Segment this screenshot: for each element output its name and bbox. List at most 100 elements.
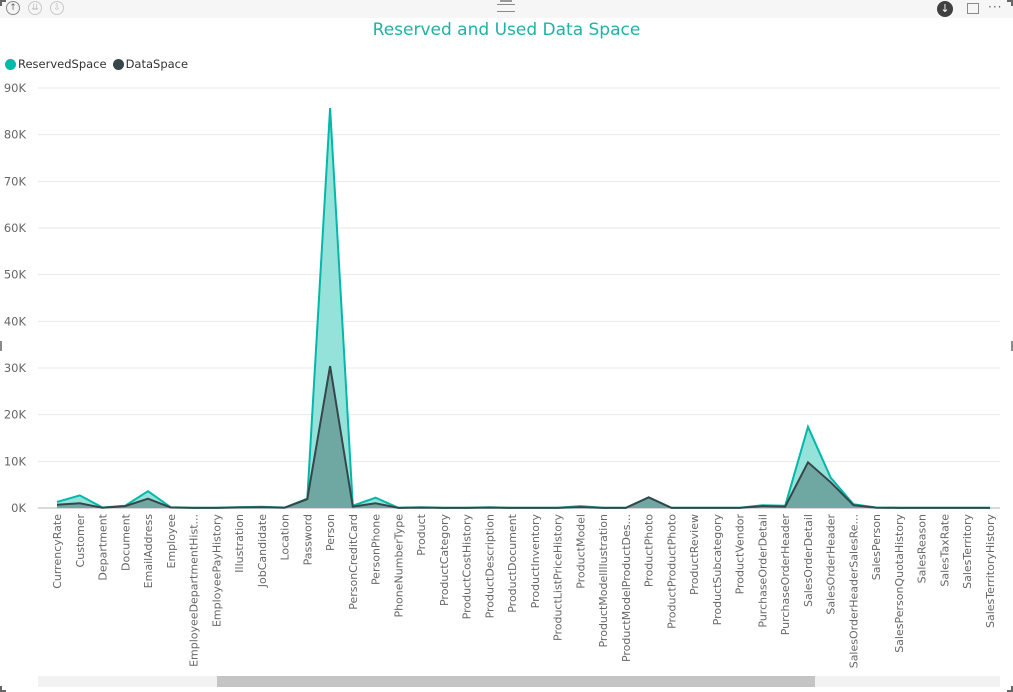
x-tick-label: PersonPhone xyxy=(370,514,383,585)
data-point-data[interactable] xyxy=(532,505,538,511)
y-tick-label: 40K xyxy=(4,314,27,328)
x-tick-label: Password xyxy=(301,514,314,565)
data-point-data[interactable] xyxy=(191,505,197,511)
data-point-data[interactable] xyxy=(623,505,629,511)
data-point-data[interactable] xyxy=(509,505,515,511)
x-tick-label: ProductInventory xyxy=(529,514,542,609)
x-tick-label: PurchaseOrderHeader xyxy=(779,514,792,636)
x-tick-label: Product xyxy=(415,513,428,555)
data-point-data[interactable] xyxy=(100,505,106,511)
data-point-data[interactable] xyxy=(964,505,970,511)
data-point-data[interactable] xyxy=(691,505,697,511)
area-reserved[interactable] xyxy=(57,108,990,508)
data-point-data[interactable] xyxy=(805,459,811,465)
data-point-reserved[interactable] xyxy=(373,495,379,501)
data-point-data[interactable] xyxy=(782,504,788,510)
horizontal-scrollbar-thumb[interactable] xyxy=(217,676,815,687)
x-tick-label: EmployeeDepartmentHist... xyxy=(188,514,201,667)
x-tick-label: Department xyxy=(97,513,110,580)
data-point-data[interactable] xyxy=(259,504,265,510)
data-point-data[interactable] xyxy=(282,505,288,511)
x-tick-label: ProductModelProductDes... xyxy=(620,514,633,662)
data-point-reserved[interactable] xyxy=(145,488,151,494)
data-point-data[interactable] xyxy=(236,505,242,511)
data-point-data[interactable] xyxy=(464,505,470,511)
data-point-data[interactable] xyxy=(213,505,219,511)
x-tick-label: SalesOrderHeader xyxy=(825,514,838,615)
x-tick-label: ProductCostHistory xyxy=(461,514,474,620)
data-point-data[interactable] xyxy=(168,505,174,511)
y-tick-label: 10K xyxy=(4,454,27,468)
x-tick-label: CurrencyRate xyxy=(51,514,64,589)
x-tick-label: ProductDescription xyxy=(483,514,496,618)
y-tick-label: 90K xyxy=(4,81,27,95)
data-point-reserved[interactable] xyxy=(805,424,811,430)
data-point-data[interactable] xyxy=(122,503,128,509)
line-data[interactable] xyxy=(56,365,990,509)
x-tick-label: EmailAddress xyxy=(142,514,155,589)
line-reserved[interactable] xyxy=(56,108,990,509)
data-point-data[interactable] xyxy=(759,503,765,509)
data-point-data[interactable] xyxy=(54,502,60,508)
data-point-data[interactable] xyxy=(828,479,834,485)
x-tick-label: SalesTerritoryHistory xyxy=(984,514,997,629)
data-point-data[interactable] xyxy=(896,505,902,511)
x-tick-label: Employee xyxy=(165,514,178,569)
area-data[interactable] xyxy=(57,366,990,508)
data-point-data[interactable] xyxy=(987,505,993,511)
data-point-reserved[interactable] xyxy=(327,105,333,111)
data-point-data[interactable] xyxy=(373,500,379,506)
x-tick-label: ProductVendor xyxy=(734,514,747,595)
x-tick-label: PhoneNumberType xyxy=(392,514,405,618)
x-tick-label: JobCandidate xyxy=(256,514,269,588)
x-tick-label: ProductModel xyxy=(574,514,587,589)
y-tick-label: 0K xyxy=(11,501,26,515)
x-tick-label: SalesTerritory xyxy=(961,514,974,589)
area-chart: 0K 10K 20K 30K 40K 50K 60K 70K 80K 90K CurrencyRa… xyxy=(4,81,1000,668)
data-point-data[interactable] xyxy=(418,505,424,511)
data-point-data[interactable] xyxy=(646,494,652,500)
data-point-data[interactable] xyxy=(350,504,356,510)
x-tick-label: SalesTaxRate xyxy=(938,514,951,587)
data-point-data[interactable] xyxy=(395,505,401,511)
x-tick-label: Illustration xyxy=(233,514,246,573)
data-point-data[interactable] xyxy=(873,505,879,511)
data-point-data[interactable] xyxy=(600,505,606,511)
y-tick-label: 20K xyxy=(4,408,27,422)
data-point-data[interactable] xyxy=(327,363,333,369)
data-point-data[interactable] xyxy=(577,504,583,510)
y-tick-label: 80K xyxy=(4,128,27,142)
data-point-data[interactable] xyxy=(77,500,83,506)
x-tick-label: PurchaseOrderDetail xyxy=(756,514,769,628)
data-point-data[interactable] xyxy=(850,502,856,508)
x-tick-label: Customer xyxy=(74,514,87,568)
x-tick-label: ProductSubcategory xyxy=(711,514,724,626)
x-tick-label: ProductModelIllustration xyxy=(597,514,610,648)
data-point-data[interactable] xyxy=(304,496,310,502)
y-tick-label: 30K xyxy=(4,361,27,375)
y-tick-label: 70K xyxy=(4,174,27,188)
x-tick-label: ProductPhoto xyxy=(643,514,656,587)
data-point-data[interactable] xyxy=(441,505,447,511)
x-tick-label: EmployeePayHistory xyxy=(210,514,223,627)
x-tick-label: Person xyxy=(324,514,337,551)
x-tick-label: ProductReview xyxy=(688,514,701,595)
x-tick-label: SalesPerson xyxy=(870,514,883,580)
data-point-data[interactable] xyxy=(555,505,561,511)
x-tick-label: SalesReason xyxy=(916,514,929,583)
x-tick-label: ProductDocument xyxy=(506,513,519,612)
x-tick-label: SalesOrderHeaderSalesRe... xyxy=(847,514,860,668)
data-point-data[interactable] xyxy=(919,505,925,511)
data-point-data[interactable] xyxy=(941,505,947,511)
x-tick-label: PersonCreditCard xyxy=(347,514,360,610)
data-point-data[interactable] xyxy=(737,505,743,511)
data-point-data[interactable] xyxy=(145,496,151,502)
y-tick-label: 50K xyxy=(4,268,27,282)
x-tick-label: ProductCategory xyxy=(438,514,451,607)
data-point-data[interactable] xyxy=(714,505,720,511)
data-point-data[interactable] xyxy=(668,505,674,511)
x-tick-label: SalesPersonQuotaHistory xyxy=(893,514,906,653)
y-tick-label: 60K xyxy=(4,221,27,235)
data-point-data[interactable] xyxy=(486,505,492,511)
data-point-reserved[interactable] xyxy=(77,492,83,498)
